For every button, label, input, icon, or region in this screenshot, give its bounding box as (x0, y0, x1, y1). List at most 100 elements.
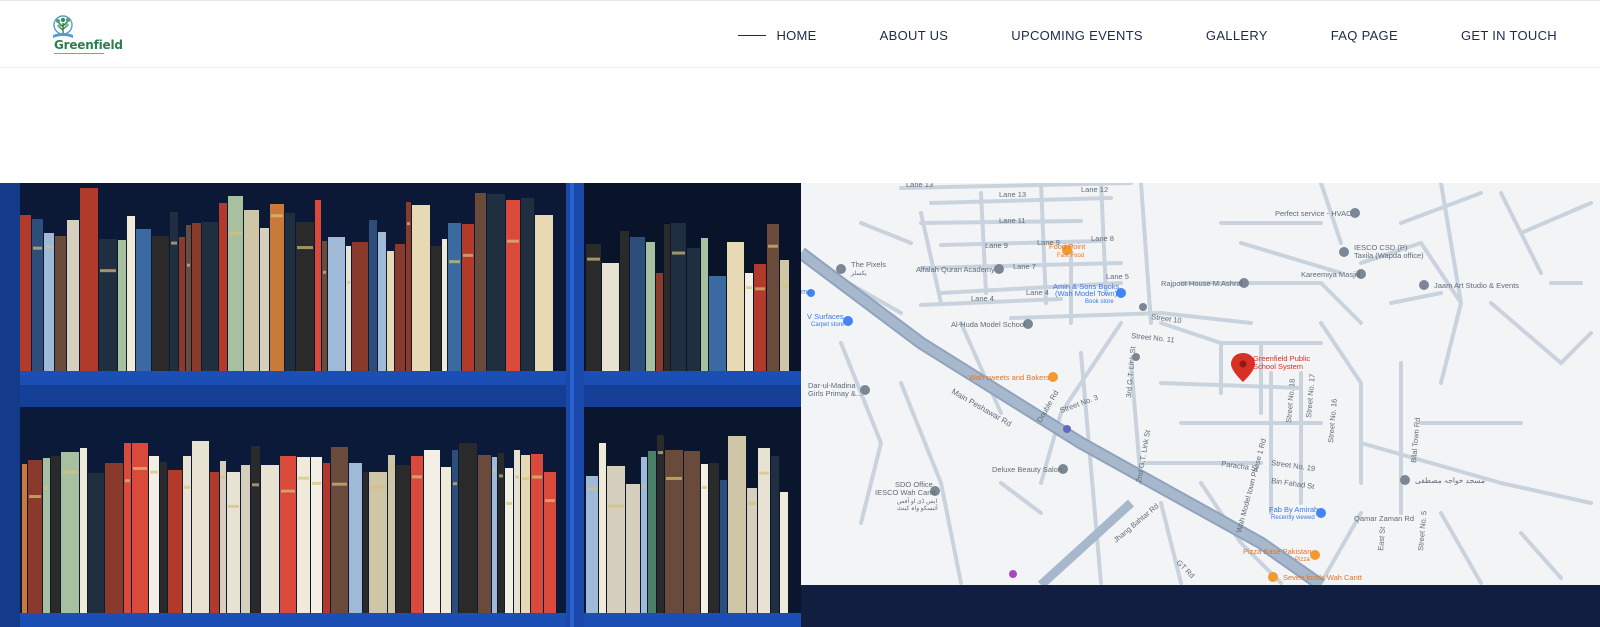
map-canvas[interactable]: Lane 13 Lane 13 Lane 12 Lane 11 Lane 9 L… (801, 183, 1600, 585)
poi-v-surfaces-sub: Carpet store (811, 322, 845, 328)
poi-v-surfaces[interactable]: V Surfaces (807, 312, 844, 321)
book-spine (251, 446, 260, 613)
book-spine (424, 450, 440, 613)
book-spine-band (781, 284, 788, 288)
book-spine-band (44, 486, 49, 490)
poi-rajpoot[interactable]: Rajpoot House M.Ashraf (1161, 279, 1244, 288)
active-indicator (738, 34, 767, 36)
book-spine-band (759, 471, 769, 475)
book-spine-band (271, 214, 283, 218)
book-spine (602, 263, 619, 388)
nav-item-upcoming-events[interactable]: UPCOMING EVENTS (1011, 28, 1143, 43)
book-spine (767, 224, 779, 388)
book-spine (657, 435, 664, 613)
book-spine (352, 242, 368, 371)
nav-item-gallery[interactable]: GALLERY (1206, 28, 1268, 43)
poi-the-pixels[interactable]: The Pixels (851, 260, 886, 269)
book-spine-band (506, 501, 512, 505)
brand-name: Greenfield (54, 38, 123, 52)
book-spine-band (449, 260, 460, 264)
book-spine-band (493, 468, 496, 472)
book-spine (701, 238, 708, 388)
nav-label-home: HOME (776, 27, 817, 43)
book-spine (32, 219, 43, 371)
book-spine (396, 465, 410, 613)
nav-item-get-in-touch[interactable]: GET IN TOUCH (1461, 28, 1557, 43)
book-spine-band (187, 263, 190, 267)
footer-strip (801, 585, 1600, 627)
main-nav: HOME ABOUT US UPCOMING EVENTS GALLERY FA… (738, 1, 1557, 69)
book-spine (478, 455, 491, 613)
book-spine (630, 237, 645, 388)
poi-amin-books-type: Book store (1085, 299, 1114, 305)
book-spine (28, 460, 42, 613)
street-label: Lane 9 (985, 241, 1008, 250)
poi-food-point[interactable]: Food Point (1049, 242, 1086, 251)
book-spine-band (453, 482, 457, 486)
book-spine-band (298, 476, 309, 480)
book-spine (395, 244, 405, 371)
poi-perfect-service[interactable]: Perfect service - HVAC (1275, 209, 1352, 218)
book-spine (728, 436, 746, 613)
poi-seven-foods[interactable]: Seven foods Wah Cantt (1283, 573, 1363, 582)
book-spine (51, 456, 60, 613)
book-spine (297, 457, 310, 613)
brand-underline (54, 53, 104, 54)
book-spine (136, 229, 151, 371)
pizza-icon (1310, 550, 1320, 560)
book-spine (459, 443, 477, 613)
book-spine (626, 484, 640, 613)
book-spine-band (347, 280, 350, 284)
book-spine (55, 236, 66, 371)
poi-wah-sweets[interactable]: Wah sweets and Bakers (969, 373, 1050, 382)
book-spine (349, 463, 362, 613)
book-spine (369, 472, 387, 613)
book-spine (505, 468, 513, 613)
book-spine (44, 233, 54, 371)
place-icon (836, 264, 846, 274)
brand-logo[interactable]: Greenfield (46, 15, 123, 55)
book-spine-band (507, 239, 519, 243)
nav-item-about-us[interactable]: ABOUT US (880, 28, 949, 43)
book-spine (346, 246, 351, 371)
poi-masjid[interactable]: مسجد خواجہ مصطفی (1415, 476, 1485, 485)
book-spine (535, 215, 553, 371)
book-spine (219, 203, 227, 371)
nav-item-home[interactable]: HOME (738, 28, 816, 43)
book-spine-band (323, 270, 326, 274)
poi-pizza-base[interactable]: Pizza Base Pakistan (1243, 547, 1311, 556)
shelf-board-upper (0, 371, 801, 385)
book-spine (363, 472, 368, 613)
book-spine (412, 205, 430, 371)
book-spine-band (62, 470, 78, 474)
book-spine (387, 251, 394, 371)
book-spine (492, 457, 497, 613)
poi-kareemiya[interactable]: Kareemiya Masjid (1301, 270, 1361, 279)
book-spine (170, 212, 178, 371)
street-label: Lane 5 (1106, 272, 1129, 281)
mosque-icon (1400, 475, 1410, 485)
poi-deluxe[interactable]: Deluxe Beauty Salon (992, 465, 1062, 474)
poi-jaam-art[interactable]: Jaam Art Studio & Events (1434, 281, 1519, 290)
poi-alfalah[interactable]: Alfalah Quran Academy (916, 265, 995, 274)
book-spine-band (228, 504, 239, 508)
book-spine (671, 223, 686, 388)
nav-item-faq-page[interactable]: FAQ PAGE (1331, 28, 1398, 43)
book-spine (127, 216, 135, 371)
location-map[interactable]: Lane 13 Lane 13 Lane 12 Lane 11 Lane 9 L… (801, 183, 1600, 585)
poi-alhuda[interactable]: Al-Huda Model School (951, 320, 1026, 329)
poi-fab-amirah[interactable]: Fab By Amirah (1269, 505, 1318, 514)
shelf-board-lower (0, 613, 801, 627)
book-spine (124, 443, 131, 613)
book-spine (210, 472, 219, 613)
street-label: Lane 8 (1091, 234, 1114, 243)
place-icon (1419, 280, 1429, 290)
book-spine (544, 472, 556, 613)
book-spine (475, 193, 486, 371)
book-spine-band (499, 474, 503, 478)
book-spine (105, 463, 123, 613)
book-spine-band (587, 257, 600, 261)
book-spine (323, 463, 330, 613)
book-spine (656, 273, 663, 388)
book-spine (406, 202, 411, 371)
